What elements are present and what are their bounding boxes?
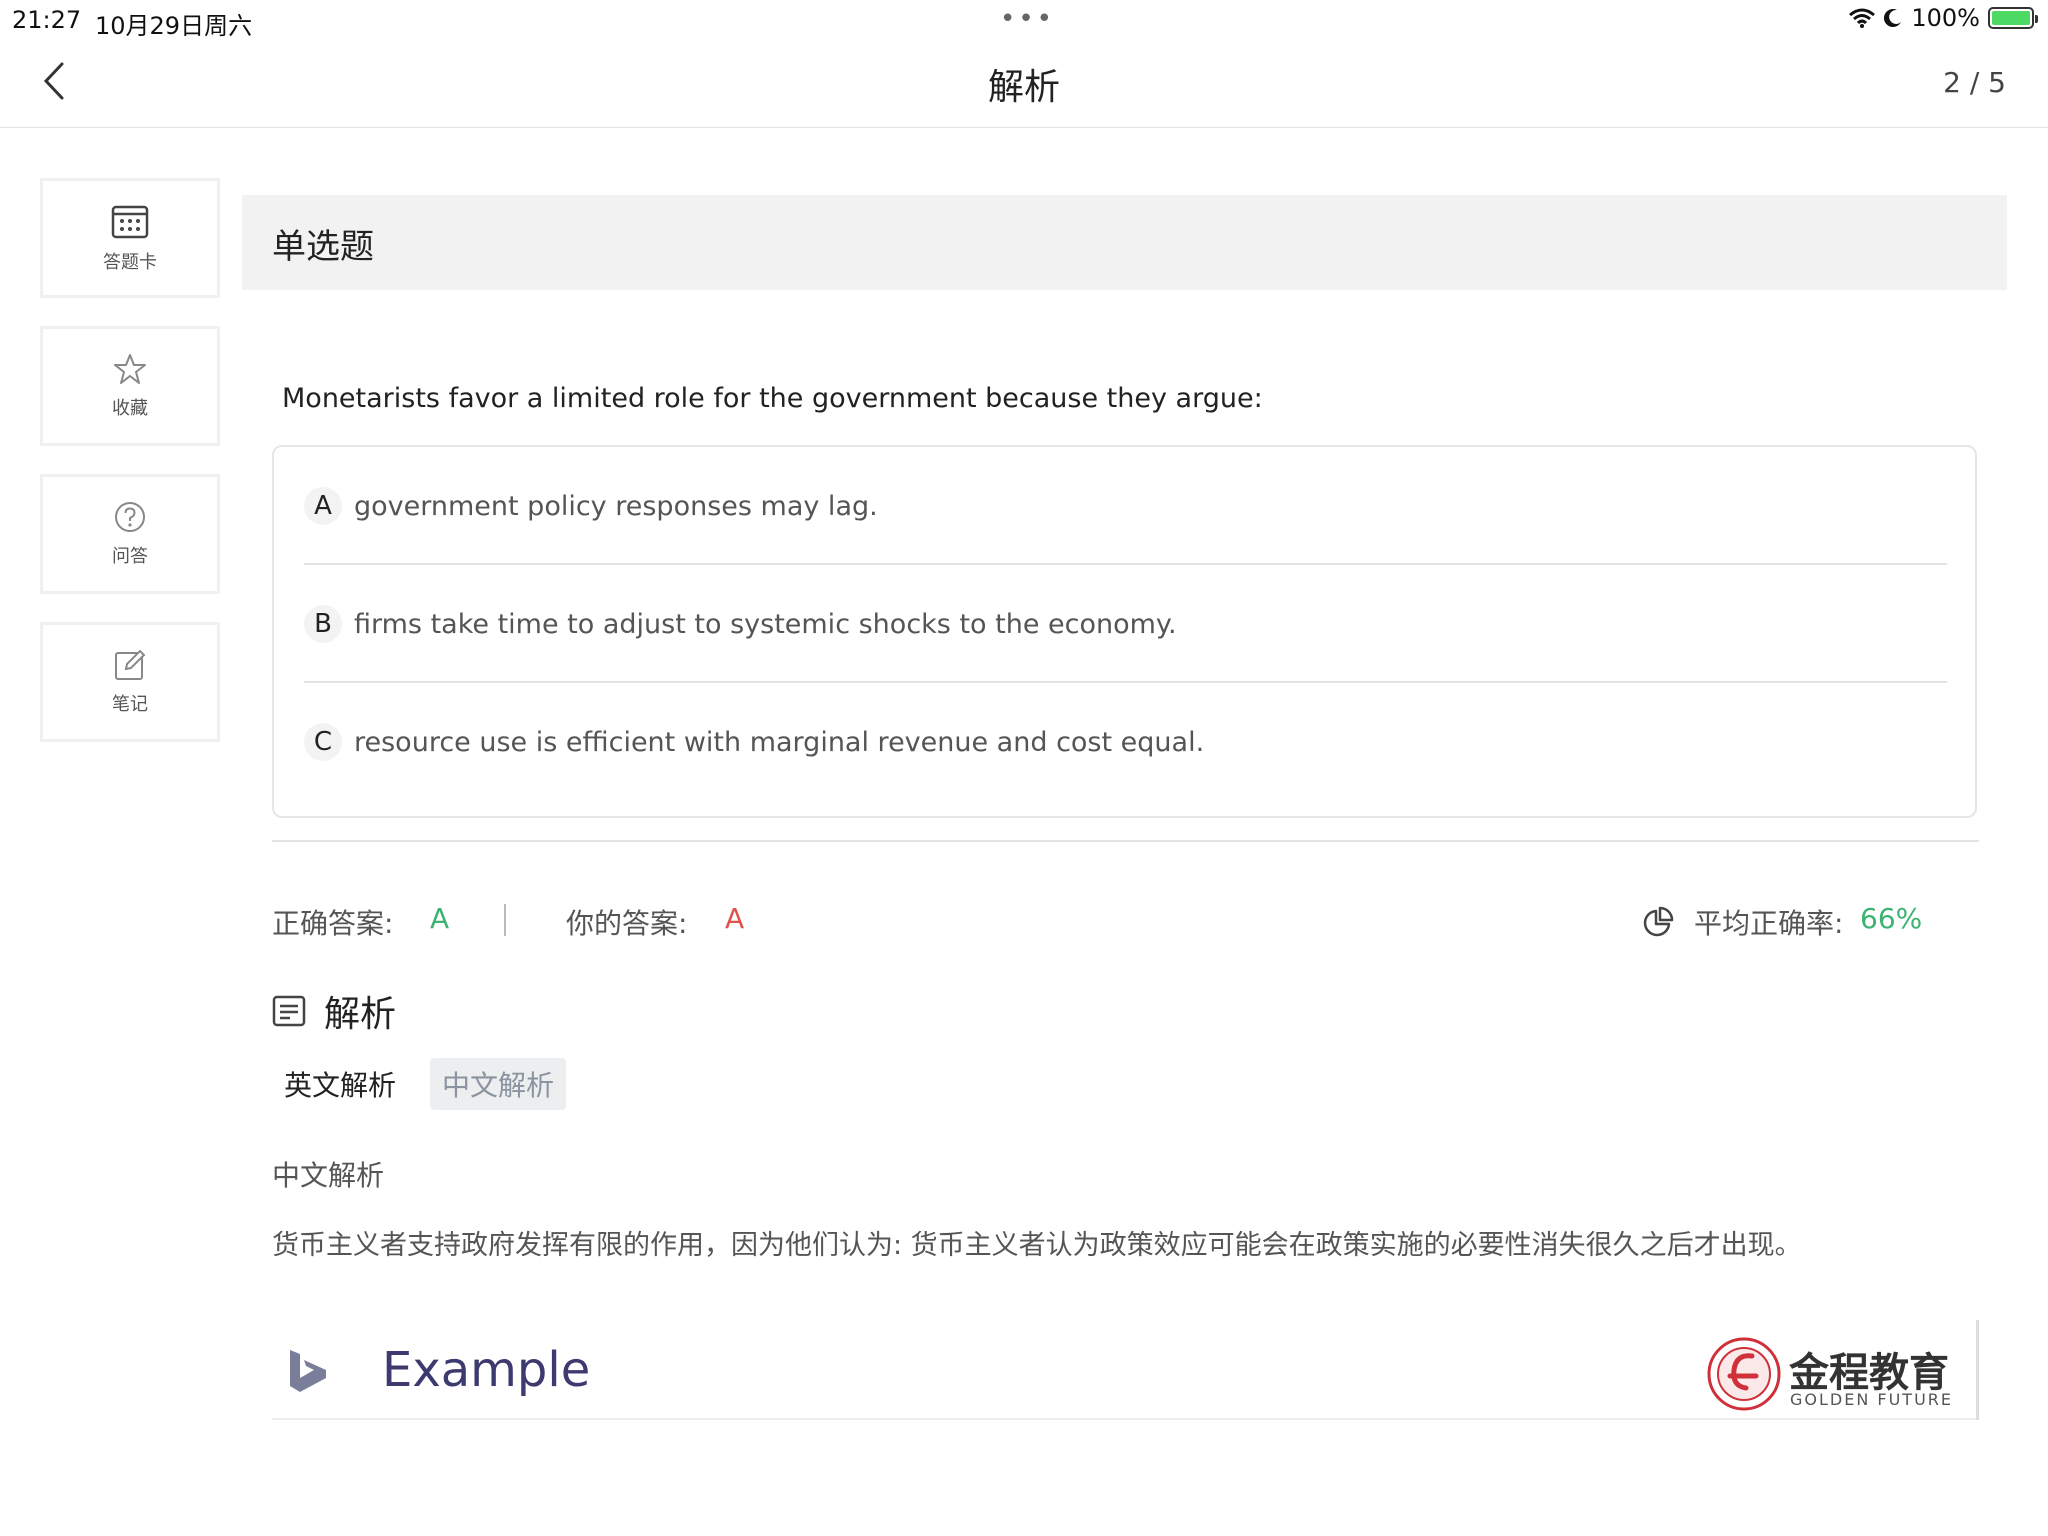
answer-summary: 正确答案: A 你的答案: A 平均正确率: 66% — [272, 902, 2012, 942]
status-date: 10月29日周六 — [95, 12, 253, 40]
battery-icon — [1988, 7, 2038, 29]
brand-seal-icon — [1707, 1337, 1781, 1411]
option-letter: C — [304, 723, 342, 761]
sidebar-item-label: 收藏 — [112, 398, 148, 419]
option-c[interactable]: C resource use is efficient with margina… — [304, 683, 1947, 801]
analysis-tabs: 英文解析 中文解析 — [272, 1058, 567, 1110]
example-logo-icon — [290, 1350, 326, 1392]
example-banner: Example 金程教育 GOLDEN FUTURE — [272, 1320, 1979, 1420]
option-text: firms take time to adjust to systemic sh… — [354, 608, 1177, 640]
brand-name-en: GOLDEN FUTURE — [1790, 1390, 1954, 1409]
sidebar-item-qa[interactable]: 问答 — [40, 474, 220, 594]
tab-chinese-analysis[interactable]: 中文解析 — [430, 1058, 567, 1110]
pie-chart-icon — [1643, 906, 1674, 937]
answer-sheet-icon — [111, 205, 149, 239]
your-answer-value: A — [725, 902, 745, 935]
sidebar-item-favorite[interactable]: 收藏 — [40, 326, 220, 446]
analysis-body: 货币主义者支持政府发挥有限的作用，因为他们认为: 货币主义者认为政策效应可能会在… — [272, 1230, 1802, 1261]
avg-accuracy-label: 平均正确率: — [1694, 907, 1844, 940]
sidebar-item-label: 问答 — [112, 546, 148, 567]
example-title: Example — [382, 1342, 591, 1398]
option-text: resource use is efficient with marginal … — [354, 726, 1205, 758]
page-indicator: 2 / 5 — [1943, 66, 2006, 99]
question-text: Monetarists favor a limited role for the… — [282, 383, 1263, 414]
analysis-title: 解析 — [324, 994, 397, 1035]
status-right: 100% — [1849, 4, 2038, 32]
moon-icon — [1884, 9, 1902, 28]
options-list: A government policy responses may lag. B… — [272, 445, 1977, 818]
sidebar-item-notes[interactable]: 笔记 — [40, 622, 220, 742]
option-letter: B — [304, 605, 342, 643]
battery-percent: 100% — [1911, 4, 1980, 32]
status-bar: 21:27 10月29日周六 ••• 100% — [0, 0, 2048, 40]
your-answer-label: 你的答案: — [566, 907, 688, 940]
sidebar-item-answer-sheet[interactable]: 答题卡 — [40, 178, 220, 298]
note-edit-icon — [115, 649, 146, 680]
question-type-label: 单选题 — [272, 227, 374, 267]
option-b[interactable]: B firms take time to adjust to systemic … — [304, 565, 1947, 683]
answer-divider — [504, 904, 506, 936]
question-icon — [115, 502, 145, 532]
status-time: 21:27 — [12, 6, 82, 34]
sidebar-item-label: 笔记 — [112, 694, 148, 715]
analysis-section-title: 中文解析 — [272, 1159, 385, 1192]
multitask-dots-icon[interactable]: ••• — [1000, 4, 1055, 34]
option-text: government policy responses may lag. — [354, 490, 878, 522]
wifi-icon — [1849, 8, 1876, 28]
correct-answer-label: 正确答案: — [272, 907, 394, 940]
option-letter: A — [304, 487, 342, 525]
section-divider — [272, 840, 1979, 842]
nav-bar: 解析 2 / 5 — [0, 40, 2048, 128]
tab-english-analysis[interactable]: 英文解析 — [272, 1058, 408, 1110]
star-icon — [114, 354, 146, 384]
correct-answer-value: A — [430, 902, 450, 935]
question-type-header: 单选题 — [242, 195, 2007, 290]
banner-edge — [1976, 1320, 1979, 1420]
analysis-heading: 解析 — [272, 986, 396, 1036]
page-title: 解析 — [987, 67, 1060, 108]
document-icon — [272, 995, 306, 1027]
avg-accuracy-value: 66% — [1860, 902, 1923, 935]
option-a[interactable]: A government policy responses may lag. — [304, 447, 1947, 565]
sidebar-item-label: 答题卡 — [103, 252, 157, 273]
